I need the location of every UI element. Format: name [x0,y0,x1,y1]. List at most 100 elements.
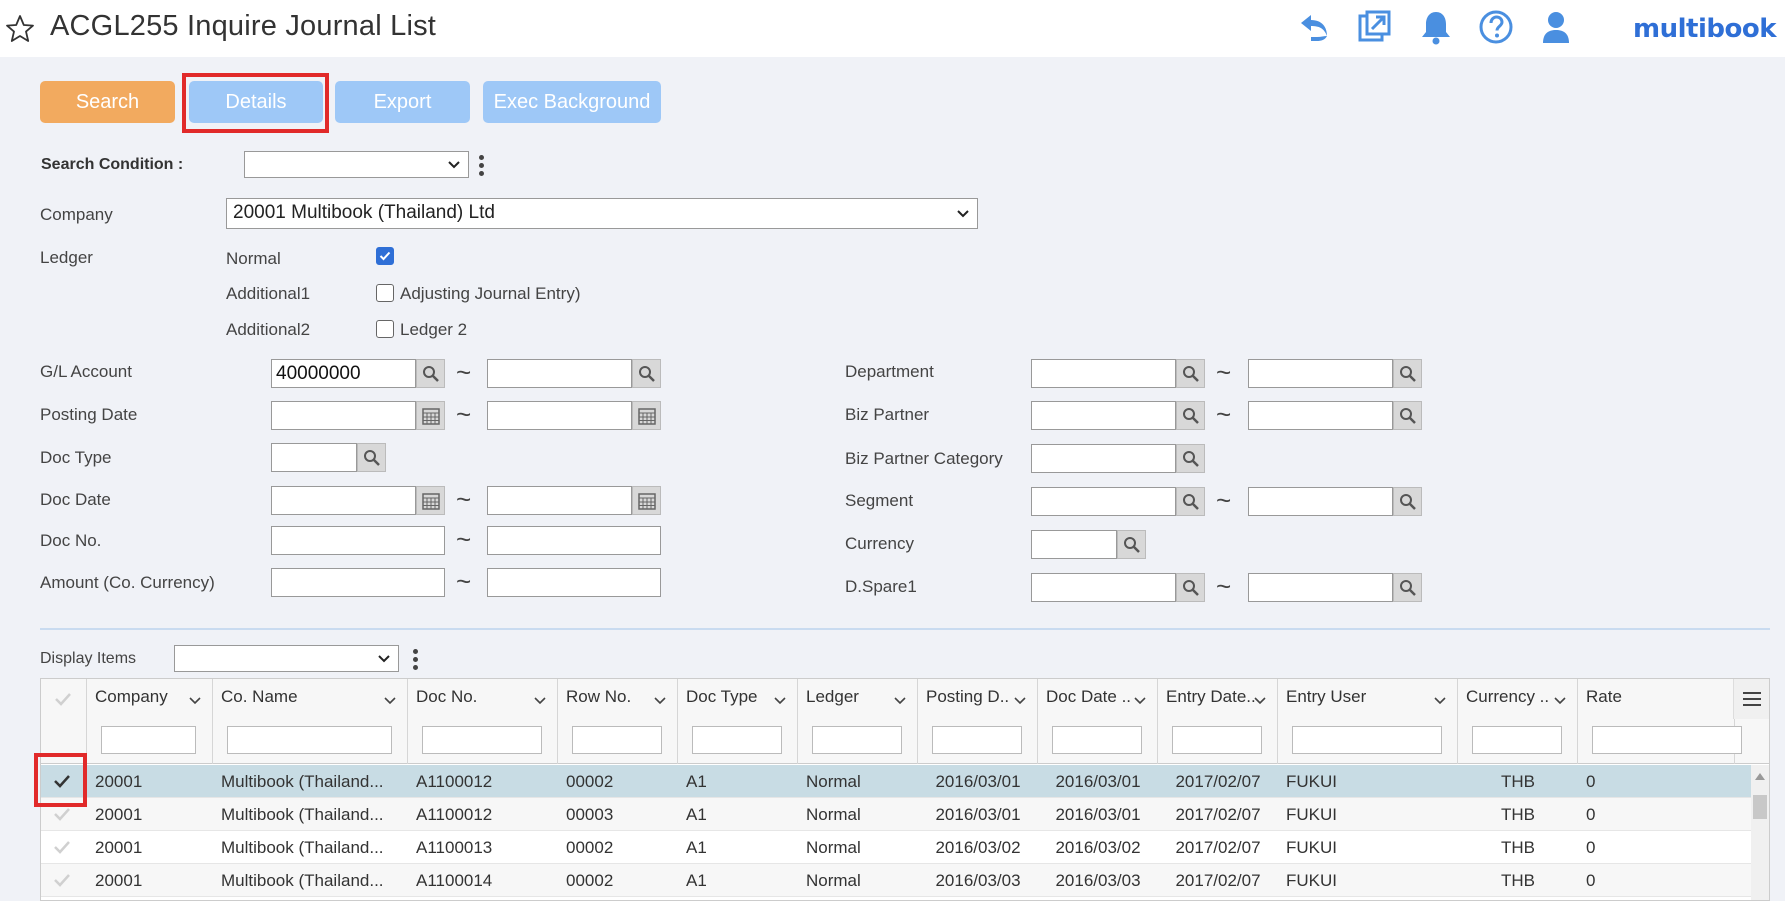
select-all-check-icon[interactable] [54,691,72,707]
dspare1-to-search-icon[interactable] [1393,573,1422,602]
column-filter-input[interactable] [812,726,902,754]
gl-account-from-input[interactable]: 40000000 [271,359,416,388]
ledger-additional2-checkbox[interactable] [376,320,394,338]
grid-scrollbar[interactable] [1751,765,1769,900]
sort-chevron-icon[interactable] [533,693,547,707]
sort-chevron-icon[interactable] [1433,693,1447,707]
row-check-icon[interactable] [53,806,71,822]
dspare1-from-input[interactable] [1031,573,1176,602]
search-condition-select[interactable] [244,151,469,178]
column-header-entry-user[interactable]: Entry User [1278,679,1458,764]
display-items-menu-icon[interactable] [411,647,419,673]
column-header-ledger[interactable]: Ledger [798,679,918,764]
column-filter-input[interactable] [1592,726,1742,754]
column-header-company[interactable]: Company [87,679,213,764]
currency-search-icon[interactable] [1117,530,1146,559]
currency-input[interactable] [1031,530,1117,559]
column-header-doc-no[interactable]: Doc No. [408,679,558,764]
department-to-input[interactable] [1248,359,1393,388]
doc-no-from-input[interactable] [271,526,445,555]
amount-to-input[interactable] [487,568,661,597]
doc-date-from-calendar-icon[interactable] [416,486,445,515]
doc-no-to-input[interactable] [487,526,661,555]
sort-chevron-icon[interactable] [188,693,202,707]
gl-account-from-search-icon[interactable] [416,359,445,388]
column-filter-input[interactable] [1472,726,1562,754]
column-header-row-no[interactable]: Row No. [558,679,678,764]
grid-menu-icon[interactable] [1733,679,1769,719]
segment-from-input[interactable] [1031,487,1176,516]
sort-chevron-icon[interactable] [1253,693,1267,707]
display-items-select[interactable] [174,645,399,672]
star-icon[interactable] [5,14,35,44]
dspare1-from-search-icon[interactable] [1176,573,1205,602]
column-filter-input[interactable] [932,726,1022,754]
doc-date-to-calendar-icon[interactable] [632,486,661,515]
exec-background-button[interactable]: Exec Background [483,81,661,123]
department-from-search-icon[interactable] [1176,359,1205,388]
column-header-co-name[interactable]: Co. Name [213,679,408,764]
biz-partner-to-search-icon[interactable] [1393,401,1422,430]
column-filter-input[interactable] [692,726,782,754]
department-from-input[interactable] [1031,359,1176,388]
ledger-normal-checkbox[interactable] [376,247,394,265]
gl-account-to-search-icon[interactable] [632,359,661,388]
sort-chevron-icon[interactable] [653,693,667,707]
biz-partner-category-input[interactable] [1031,444,1176,473]
column-filter-input[interactable] [1292,726,1442,754]
row-check-icon[interactable] [53,872,71,888]
column-header-entry-date[interactable]: Entry Date.. [1158,679,1278,764]
export-button[interactable]: Export [335,81,470,123]
ledger-additional1-checkbox[interactable] [376,284,394,302]
posting-date-to-input[interactable] [487,401,632,430]
doc-type-input[interactable] [271,443,357,472]
doc-date-to-input[interactable] [487,486,632,515]
column-filter-input[interactable] [1052,726,1142,754]
undo-icon[interactable] [1297,9,1333,45]
doc-type-search-icon[interactable] [357,443,386,472]
posting-date-from-input[interactable] [271,401,416,430]
biz-partner-category-search-icon[interactable] [1176,444,1205,473]
sort-chevron-icon[interactable] [773,693,787,707]
segment-from-search-icon[interactable] [1176,487,1205,516]
user-icon[interactable] [1538,9,1574,45]
dspare1-to-input[interactable] [1248,573,1393,602]
amount-from-input[interactable] [271,568,445,597]
company-select[interactable]: 20001 Multibook (Thailand) Ltd [226,198,978,229]
table-row[interactable]: 20001 Multibook (Thailand... A1100012 00003… [41,798,1753,831]
column-header-doc-type[interactable]: Doc Type [678,679,798,764]
search-condition-menu-icon[interactable] [477,153,485,179]
biz-partner-from-search-icon[interactable] [1176,401,1205,430]
biz-partner-from-input[interactable] [1031,401,1176,430]
table-row[interactable]: 20001 Multibook (Thailand... A1100014 00002… [41,864,1753,897]
column-filter-input[interactable] [572,726,662,754]
department-to-search-icon[interactable] [1393,359,1422,388]
row-check-icon[interactable] [53,839,71,855]
help-icon[interactable] [1478,9,1514,45]
column-header-doc-date[interactable]: Doc Date .. [1038,679,1158,764]
column-filter-input[interactable] [422,726,542,754]
posting-date-from-calendar-icon[interactable] [416,401,445,430]
column-filter-input[interactable] [227,726,392,754]
sort-chevron-icon[interactable] [893,693,907,707]
column-header-rate[interactable]: Rate [1578,679,1742,764]
scroll-thumb[interactable] [1753,795,1767,819]
doc-date-from-input[interactable] [271,486,416,515]
sort-chevron-icon[interactable] [1013,693,1027,707]
search-button[interactable]: Search [40,81,175,123]
scroll-up-icon[interactable] [1755,773,1765,780]
column-filter-input[interactable] [101,726,196,754]
segment-to-search-icon[interactable] [1393,487,1422,516]
sort-chevron-icon[interactable] [1133,693,1147,707]
column-header-currency[interactable]: Currency .. [1458,679,1578,764]
column-header-posting-d[interactable]: Posting D.. [918,679,1038,764]
biz-partner-to-input[interactable] [1248,401,1393,430]
posting-date-to-calendar-icon[interactable] [632,401,661,430]
popout-icon[interactable] [1357,9,1393,45]
sort-chevron-icon[interactable] [383,693,397,707]
gl-account-to-input[interactable] [487,359,632,388]
table-row[interactable]: 20001 Multibook (Thailand... A1100013 00002… [41,831,1753,864]
segment-to-input[interactable] [1248,487,1393,516]
sort-chevron-icon[interactable] [1553,693,1567,707]
bell-icon[interactable] [1418,9,1454,45]
